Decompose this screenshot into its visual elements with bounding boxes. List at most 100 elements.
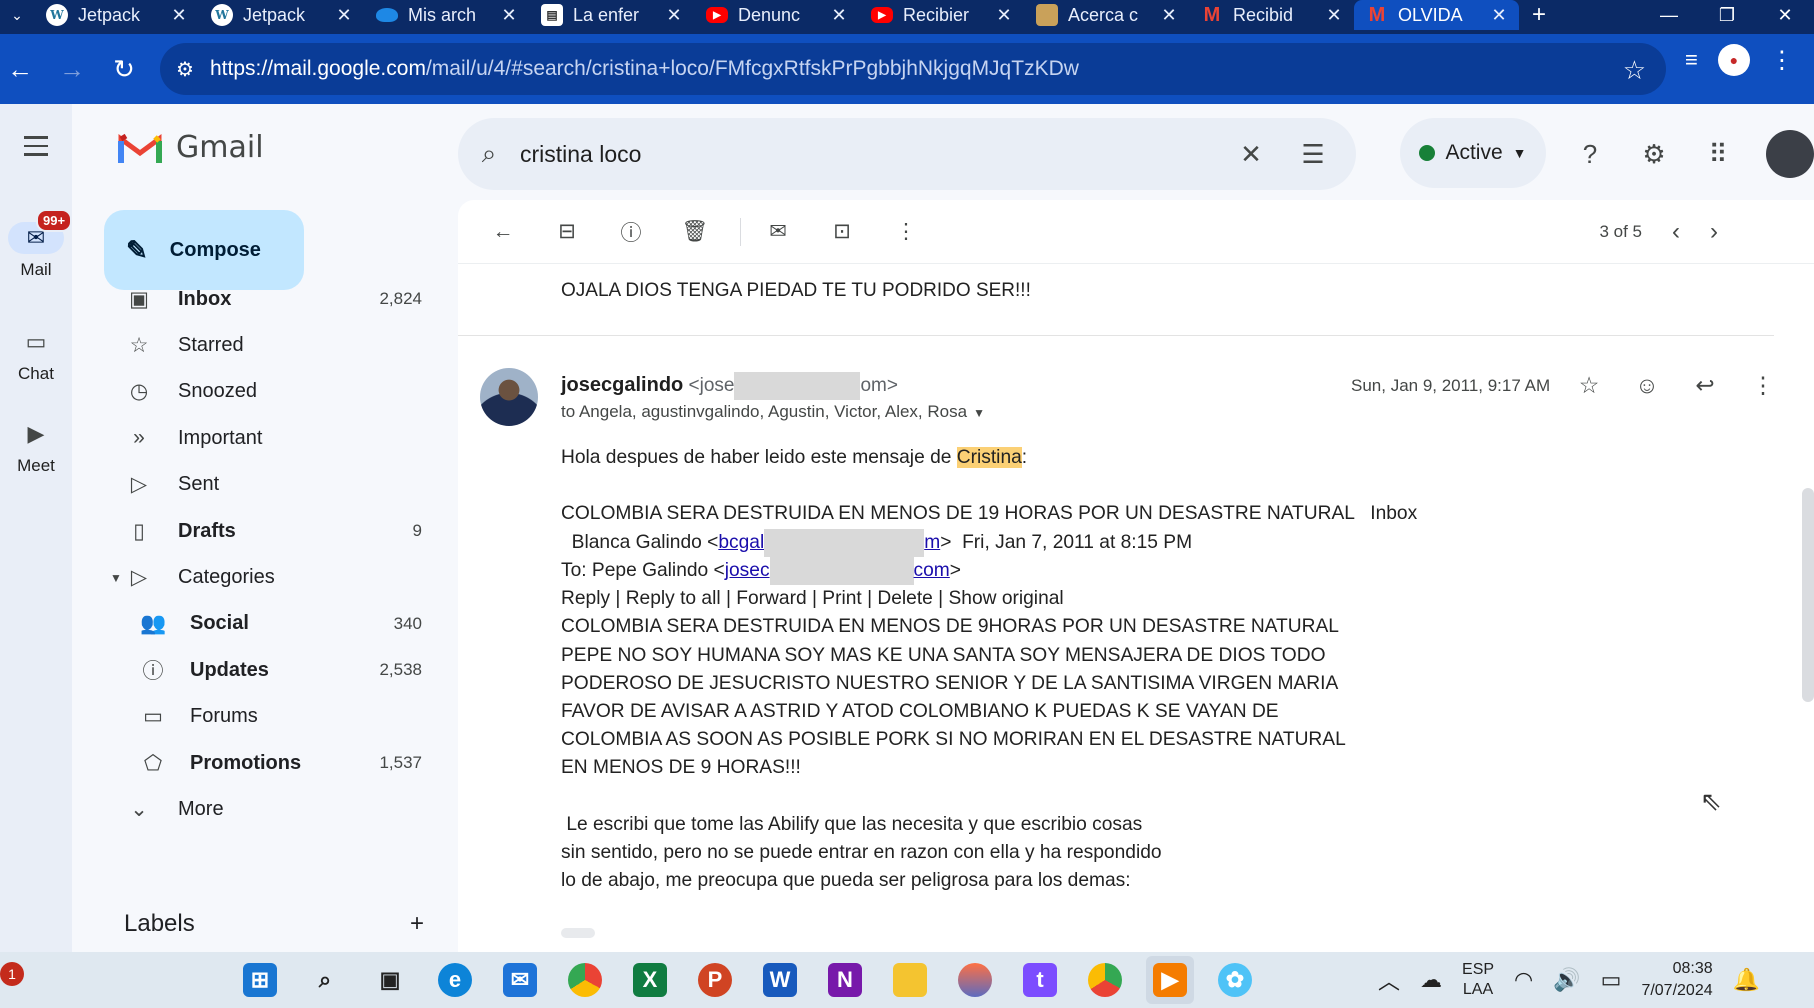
main-menu-icon[interactable] (14, 124, 58, 168)
sender-avatar[interactable] (480, 368, 538, 426)
close-icon[interactable]: ✕ (1159, 5, 1179, 26)
close-icon[interactable]: ✕ (499, 5, 519, 26)
caret-down-icon[interactable]: ▼ (973, 406, 985, 420)
reply-icon[interactable]: ↩ (1686, 366, 1724, 404)
powerpoint-icon[interactable]: P (691, 956, 739, 1004)
browser-tab[interactable]: W Jetpack ✕ (199, 0, 364, 30)
profile-avatar[interactable]: ● (1717, 44, 1750, 76)
more-vertical-icon[interactable]: ⋮ (1744, 366, 1782, 404)
wifi-icon[interactable]: ◠ (1514, 967, 1533, 993)
nav-promotions[interactable]: ⬠ Promotions 1,537 (106, 740, 436, 786)
gmail-logo[interactable]: Gmail (118, 130, 264, 165)
close-icon[interactable]: ✕ (1489, 5, 1509, 26)
search-options-icon[interactable]: ☰ (1282, 139, 1344, 170)
notification-badge[interactable]: 1 (0, 962, 24, 986)
browser-tab[interactable]: Mis arch ✕ (364, 0, 529, 30)
start-icon[interactable]: ⊞ (236, 956, 284, 1004)
reload-icon[interactable]: ↻ (98, 43, 150, 95)
word-icon[interactable]: W (756, 956, 804, 1004)
newer-chevron-icon[interactable]: ‹ (1672, 218, 1680, 246)
new-tab-button[interactable]: + (1519, 0, 1559, 30)
address-bar[interactable]: ⚙ https://mail.google.com/mail/u/4/#sear… (160, 43, 1666, 95)
browser-tab[interactable]: ▶ Denunc ✕ (694, 0, 859, 30)
recipients-line[interactable]: to Angela, agustinvgalindo, Agustin, Vic… (561, 402, 985, 422)
settings-gear-icon[interactable]: ⚙ (1634, 134, 1674, 174)
chrome-icon[interactable] (561, 956, 609, 1004)
caret-down-icon[interactable]: ▼ (110, 571, 122, 585)
show-trimmed-content-button[interactable] (561, 928, 595, 938)
status-dropdown[interactable]: Active ▼ (1400, 118, 1546, 188)
nav-updates[interactable]: ⓘ Updates 2,538 (106, 647, 436, 693)
volume-icon[interactable]: 🔊 (1553, 967, 1580, 993)
url-text[interactable]: https://mail.google.com/mail/u/4/#search… (210, 57, 1079, 81)
onedrive-cloud-icon[interactable]: ☁ (1420, 967, 1442, 993)
media-app-icon[interactable]: ▶ (1146, 956, 1194, 1004)
forward-icon[interactable]: → (46, 43, 98, 95)
more-vertical-icon[interactable]: ⋮ (883, 209, 929, 255)
close-icon[interactable]: ✕ (829, 5, 849, 26)
back-icon[interactable]: ← (0, 43, 46, 95)
archive-icon[interactable]: ⊟ (544, 209, 590, 255)
nav-forums[interactable]: ▭ Forums (106, 694, 436, 740)
nav-categories[interactable]: ▼ ▷ Categories (106, 554, 436, 600)
browser-icon[interactable] (951, 956, 999, 1004)
nav-snoozed[interactable]: ◷ Snoozed (106, 369, 436, 415)
help-icon[interactable]: ? (1570, 134, 1610, 174)
excel-icon[interactable]: X (626, 956, 674, 1004)
nav-sent[interactable]: ▷ Sent (106, 462, 436, 508)
close-icon[interactable]: ✕ (169, 5, 189, 26)
scrollbar[interactable] (1802, 488, 1814, 702)
move-to-icon[interactable]: ⊡ (819, 209, 865, 255)
browser-tab[interactable]: ▤ La enfer ✕ (529, 0, 694, 30)
delete-icon[interactable]: 🗑 (672, 209, 718, 255)
email-link[interactable]: m (924, 532, 940, 553)
mark-unread-icon[interactable]: ✉ (755, 209, 801, 255)
browser-tab-active[interactable]: M OLVIDA ✕ (1354, 0, 1519, 30)
minimize-icon[interactable]: — (1640, 0, 1698, 30)
bookmark-star-icon[interactable]: ☆ (1623, 55, 1646, 86)
browser-tab[interactable]: Acerca c ✕ (1024, 0, 1189, 30)
close-icon[interactable]: ✕ (334, 5, 354, 26)
notification-bell-icon[interactable]: 🔔 (1733, 967, 1760, 993)
nav-inbox[interactable]: ▣ Inbox 2,824 (106, 276, 436, 322)
older-chevron-icon[interactable]: › (1710, 218, 1718, 246)
nav-more[interactable]: ⌄ More (106, 786, 436, 832)
emoji-react-icon[interactable]: ☺ (1628, 366, 1666, 404)
browser-tab[interactable]: ▶ Recibier ✕ (859, 0, 1024, 30)
window-close-icon[interactable]: ✕ (1756, 0, 1814, 30)
tumblr-icon[interactable]: t (1016, 956, 1064, 1004)
task-view-icon[interactable]: ▣ (366, 956, 414, 1004)
browser-menu-icon[interactable]: ⋮ (1770, 46, 1794, 75)
mail-app-icon[interactable]: ✉ (496, 956, 544, 1004)
site-info-icon[interactable]: ⚙ (160, 57, 210, 82)
browser-tab[interactable]: M Recibid ✕ (1189, 0, 1354, 30)
add-label-icon[interactable]: + (410, 910, 424, 938)
restore-icon[interactable]: ❐ (1698, 0, 1756, 30)
search-icon[interactable]: ⌕ (301, 956, 349, 1004)
clear-search-icon[interactable]: ✕ (1220, 139, 1282, 170)
close-icon[interactable]: ✕ (664, 5, 684, 26)
sender-name[interactable]: josecgalindo (561, 374, 683, 396)
search-icon[interactable]: ⌕ (458, 138, 520, 170)
edge-icon[interactable]: e (431, 956, 479, 1004)
photos-app-icon[interactable]: ✿ (1211, 956, 1259, 1004)
email-link[interactable]: com (914, 560, 950, 581)
input-language[interactable]: ESP LAA (1462, 960, 1494, 1000)
star-icon[interactable]: ☆ (1570, 366, 1608, 404)
onenote-icon[interactable]: N (821, 956, 869, 1004)
report-spam-icon[interactable]: ⓘ (608, 209, 654, 255)
battery-icon[interactable]: ▭ (1601, 967, 1622, 993)
email-link[interactable]: bcgal (718, 532, 764, 553)
chrome-alt-icon[interactable] (1081, 956, 1129, 1004)
nav-drafts[interactable]: ▯ Drafts 9 (106, 508, 436, 554)
chevron-up-icon[interactable]: ︿ (1378, 964, 1400, 996)
search-input[interactable] (520, 140, 1220, 168)
back-to-search-icon[interactable]: ← (480, 209, 526, 255)
close-icon[interactable]: ✕ (1324, 5, 1344, 26)
file-explorer-icon[interactable] (886, 956, 934, 1004)
tab-search-dropdown-icon[interactable]: ⌄ (0, 0, 34, 30)
nav-important[interactable]: » Important (106, 415, 436, 461)
nav-starred[interactable]: ☆ Starred (106, 322, 436, 368)
account-avatar[interactable] (1766, 130, 1814, 178)
close-icon[interactable]: ✕ (994, 5, 1014, 26)
